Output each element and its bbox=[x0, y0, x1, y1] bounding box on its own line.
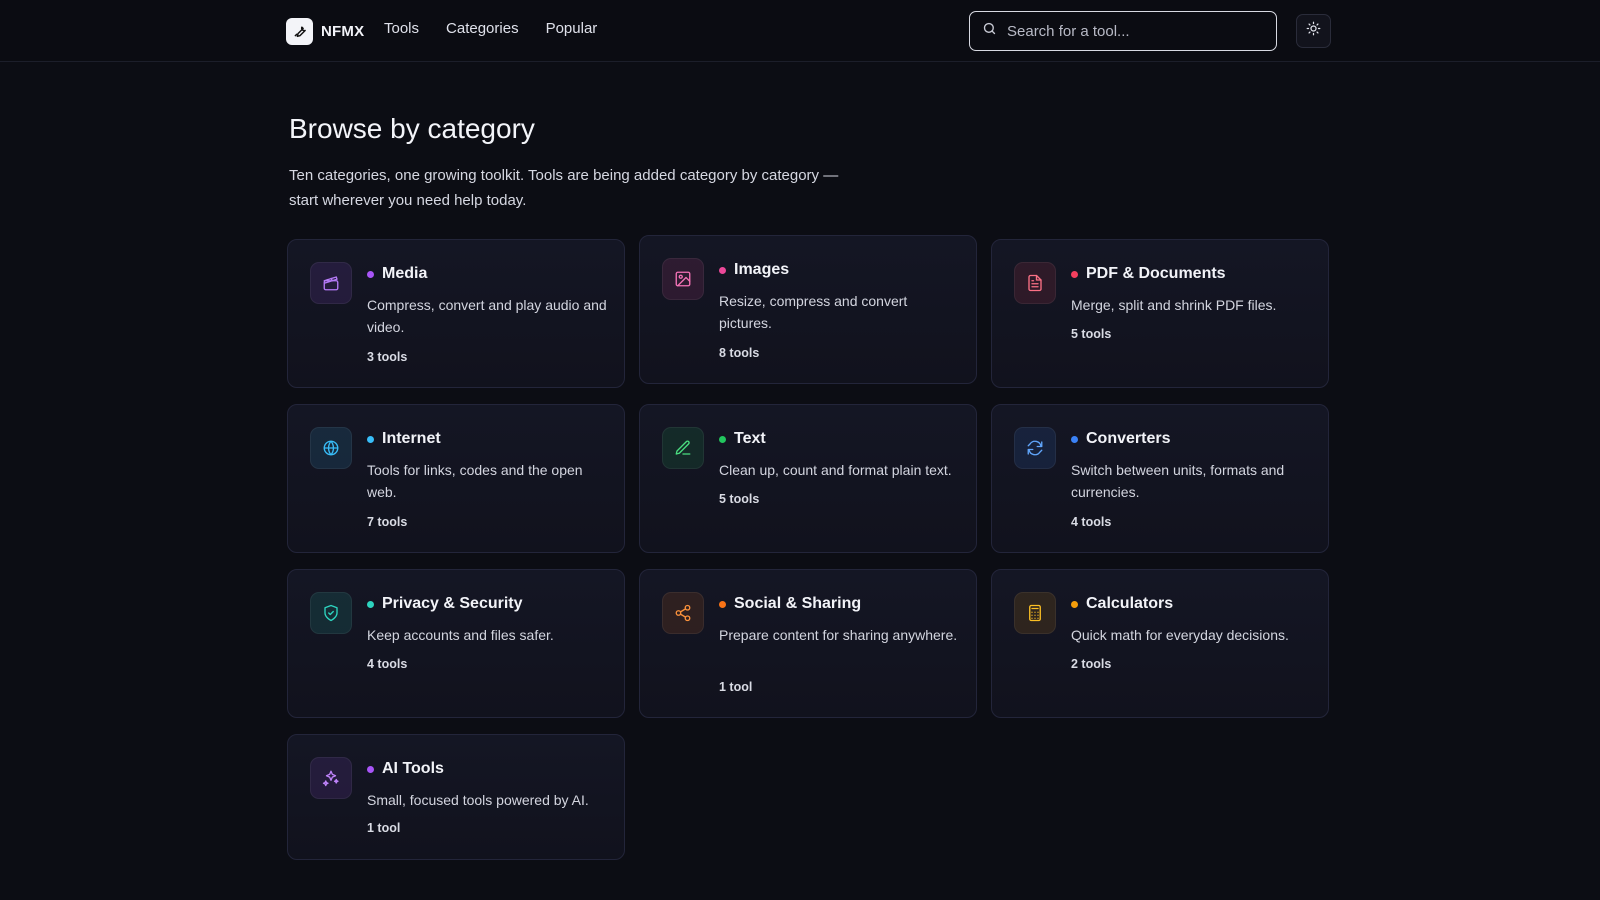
category-title: Social & Sharing bbox=[734, 595, 862, 612]
category-title: Converters bbox=[1086, 430, 1171, 447]
sparkles-icon bbox=[310, 757, 352, 799]
category-description: Resize, compress and convert pictures. bbox=[719, 293, 908, 331]
category-title: PDF & Documents bbox=[1086, 265, 1226, 282]
shield-check-icon bbox=[310, 592, 352, 634]
file-text-icon bbox=[1014, 262, 1056, 304]
pen-icon bbox=[662, 427, 704, 469]
tool-count: 4 tools bbox=[1071, 515, 1112, 529]
nav-link-tools[interactable]: Tools bbox=[384, 20, 419, 37]
category-description: Tools for links, codes and the open web. bbox=[367, 462, 583, 500]
main-nav: Tools Categories Popular bbox=[384, 20, 597, 37]
nav-link-popular[interactable]: Popular bbox=[546, 20, 598, 37]
category-title: Privacy & Security bbox=[382, 595, 523, 612]
category-title: Internet bbox=[382, 430, 441, 447]
search-box bbox=[969, 11, 1277, 51]
category-description: Small, focused tools powered by AI. bbox=[367, 792, 589, 808]
tool-count: 8 tools bbox=[719, 346, 760, 360]
page-description: Ten categories, one growing toolkit. Too… bbox=[289, 167, 839, 209]
category-card-images[interactable]: Images Resize, compress and convert pict… bbox=[639, 235, 977, 384]
category-dot bbox=[1071, 600, 1078, 608]
globe-icon bbox=[310, 427, 352, 469]
tool-count: 1 tool bbox=[367, 821, 401, 835]
category-dot bbox=[367, 270, 374, 278]
category-card-text[interactable]: Text Clean up, count and format plain te… bbox=[639, 404, 977, 553]
tool-count: 2 tools bbox=[1071, 657, 1112, 671]
tool-count: 1 tool bbox=[719, 680, 753, 694]
category-card-privacy-security[interactable]: Privacy & Security Keep accounts and fil… bbox=[287, 569, 625, 718]
category-title: Media bbox=[382, 265, 428, 282]
theme-toggle-button[interactable] bbox=[1296, 14, 1331, 48]
calculator-icon bbox=[1014, 592, 1056, 634]
sun-icon bbox=[1306, 21, 1321, 41]
category-title: Images bbox=[734, 261, 790, 278]
nav-link-categories[interactable]: Categories bbox=[446, 20, 519, 37]
category-description: Keep accounts and files safer. bbox=[367, 627, 554, 643]
category-dot bbox=[1071, 270, 1078, 278]
page-title: Browse by category bbox=[289, 113, 535, 144]
tool-count: 4 tools bbox=[367, 657, 408, 671]
tool-count: 5 tools bbox=[719, 492, 760, 506]
category-card-calculators[interactable]: Calculators Quick math for everyday deci… bbox=[991, 569, 1329, 718]
category-dot bbox=[719, 266, 726, 274]
refresh-icon bbox=[1014, 427, 1056, 469]
category-card-converters[interactable]: Converters Switch between units, formats… bbox=[991, 404, 1329, 553]
share-icon bbox=[662, 592, 704, 634]
search-input[interactable] bbox=[1007, 22, 1257, 40]
category-title: Calculators bbox=[1086, 595, 1174, 612]
category-dot bbox=[367, 600, 374, 608]
category-dot bbox=[367, 435, 374, 443]
category-description: Quick math for everyday decisions. bbox=[1071, 627, 1289, 643]
tool-count: 3 tools bbox=[367, 350, 408, 364]
category-card-internet[interactable]: Internet Tools for links, codes and the … bbox=[287, 404, 625, 553]
category-dot bbox=[367, 765, 374, 773]
category-card-pdf-documents[interactable]: PDF & Documents Merge, split and shrink … bbox=[991, 239, 1329, 388]
category-description: Compress, convert and play audio and vid… bbox=[367, 297, 607, 335]
brand-logo-link[interactable]: NFMX bbox=[286, 17, 364, 45]
brand-name: NFMX bbox=[321, 22, 365, 40]
category-card-social-sharing[interactable]: Social & Sharing Prepare content for sha… bbox=[639, 569, 977, 718]
category-card-media[interactable]: Media Compress, convert and play audio a… bbox=[287, 239, 625, 388]
category-dot bbox=[719, 435, 726, 443]
category-card-ai-tools[interactable]: AI Tools Small, focused tools powered by… bbox=[287, 734, 625, 860]
category-description: Merge, split and shrink PDF files. bbox=[1071, 297, 1277, 313]
category-title: AI Tools bbox=[382, 760, 444, 777]
clapperboard-icon bbox=[310, 262, 352, 304]
category-description: Clean up, count and format plain text. bbox=[719, 462, 952, 478]
category-dot bbox=[719, 600, 726, 608]
tool-count: 5 tools bbox=[1071, 327, 1112, 341]
top-navigation-bar: NFMX Tools Categories Popular bbox=[0, 0, 1600, 62]
category-description: Switch between units, formats and curren… bbox=[1071, 462, 1285, 500]
category-title: Text bbox=[734, 430, 766, 447]
category-description: Prepare content for sharing anywhere. bbox=[719, 627, 958, 643]
tool-count: 7 tools bbox=[367, 515, 408, 529]
image-icon bbox=[662, 258, 704, 300]
wrench-icon bbox=[286, 17, 313, 45]
search-icon bbox=[982, 21, 997, 41]
category-dot bbox=[1071, 435, 1078, 443]
